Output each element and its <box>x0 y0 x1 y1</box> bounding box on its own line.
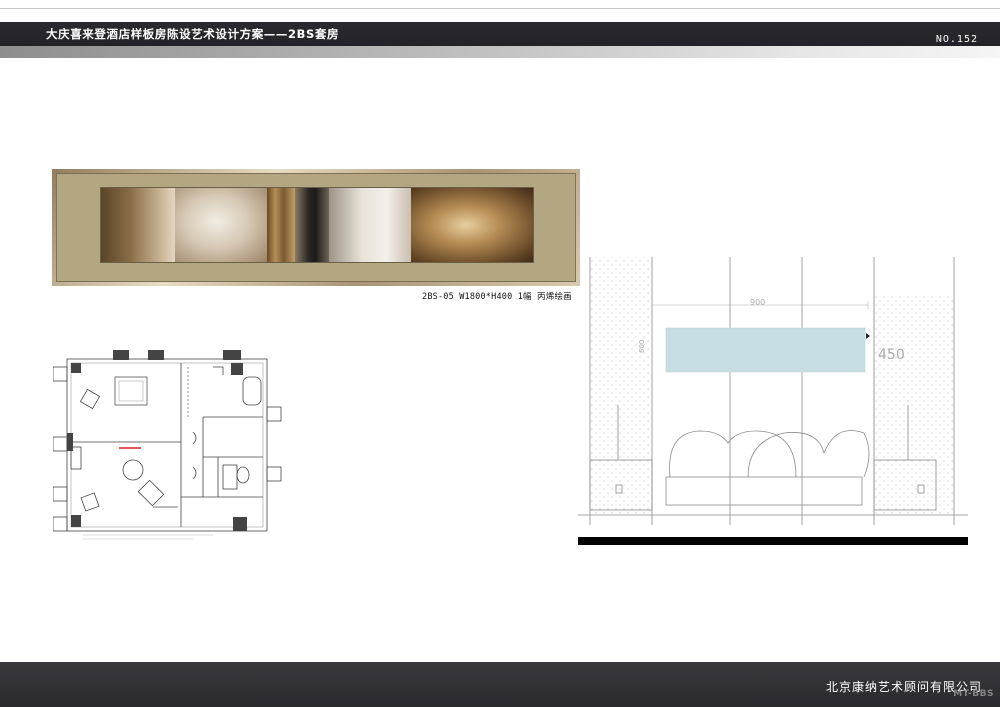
dimension-side-label: 600 <box>638 340 646 353</box>
artwork-panel <box>101 188 175 262</box>
artwork-panel <box>329 188 411 262</box>
artwork-panel <box>411 188 533 262</box>
artwork-frame <box>52 169 580 286</box>
footer-bar: 北京康纳艺术顾问有限公司 MT-BBS <box>0 662 1000 707</box>
page-number: NO.152 <box>935 34 978 45</box>
wall-elevation-drawing: 900 450 600 <box>578 255 968 545</box>
artwork-placeholder <box>665 327 866 373</box>
watermark-logo: MT-BBS <box>953 689 994 699</box>
floor-plan-svg <box>53 350 282 540</box>
floor-plan-drawing <box>53 347 283 546</box>
artwork-panel <box>267 188 295 262</box>
page-title: 大庆喜来登酒店样板房陈设艺术设计方案——2BS套房 <box>46 27 340 41</box>
artwork-panel <box>175 188 267 262</box>
dimension-width-label: 900 <box>750 298 765 307</box>
artwork-image <box>101 188 533 262</box>
dimension-height-label: 450 <box>878 347 905 363</box>
header-shadow <box>0 46 1000 58</box>
top-rule <box>0 8 1000 9</box>
elevation-svg: 900 450 600 <box>578 257 968 545</box>
artwork-caption: 2BS-05 W1800*H400 1幅 丙烯绘画 <box>422 292 572 302</box>
artwork-panel <box>295 188 329 262</box>
artwork-mat <box>56 173 576 282</box>
header-bar: 大庆喜来登酒店样板房陈设艺术设计方案——2BS套房 NO.152 <box>0 22 1000 46</box>
